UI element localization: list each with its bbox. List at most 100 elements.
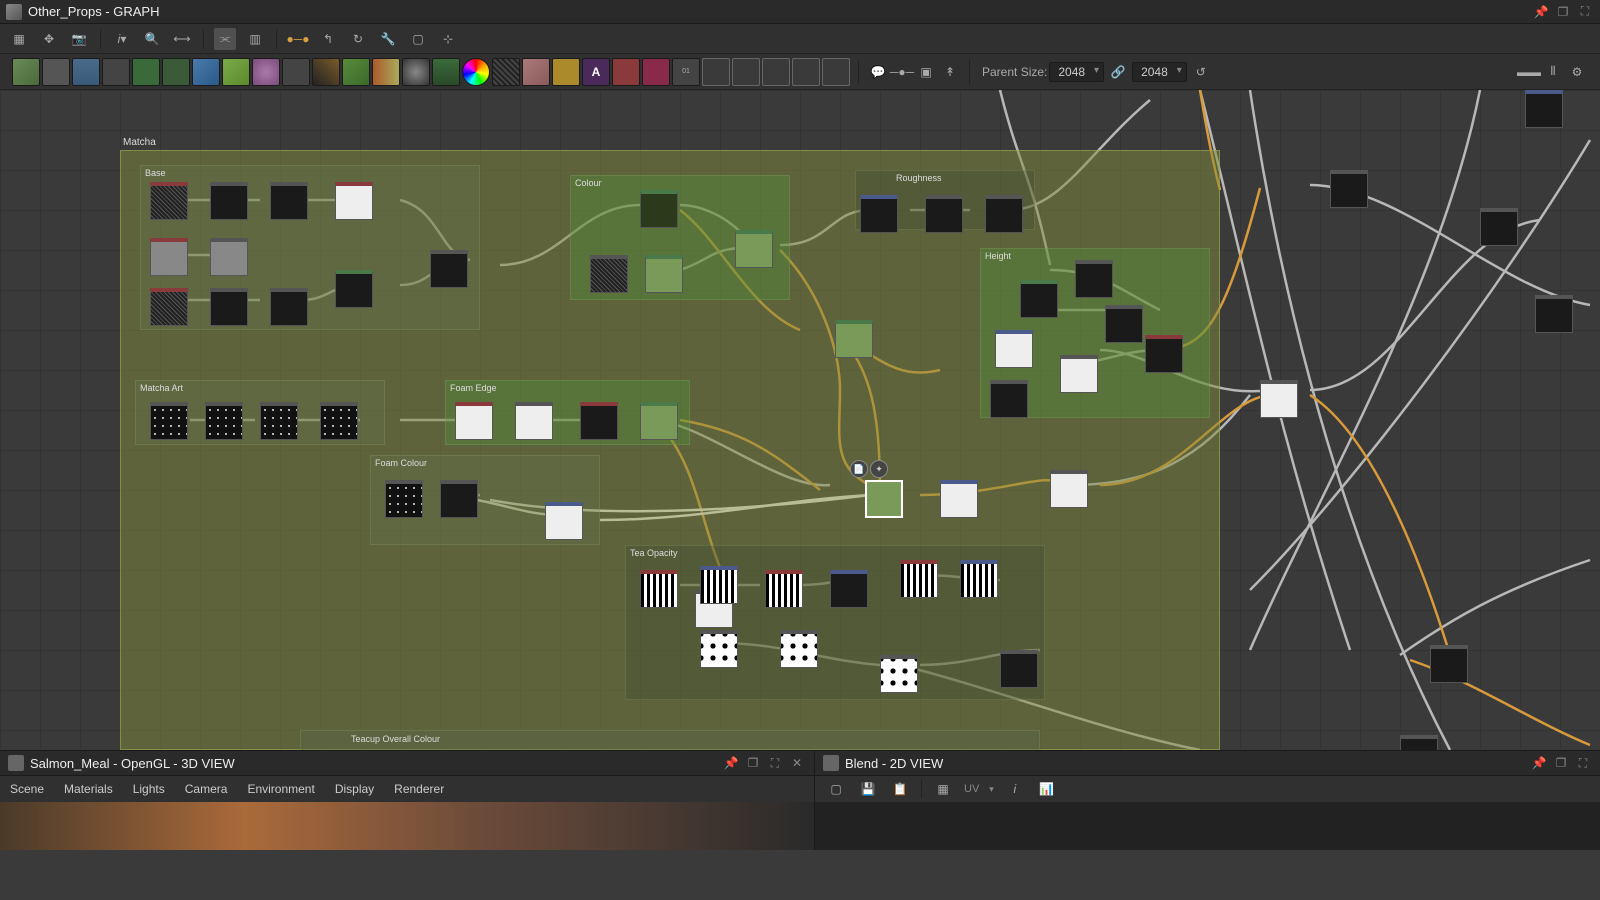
node[interactable] bbox=[925, 195, 963, 233]
move-icon[interactable]: ✥ bbox=[38, 28, 60, 50]
grid-icon[interactable]: ▦ bbox=[8, 28, 30, 50]
node[interactable] bbox=[1480, 208, 1518, 246]
fit-icon[interactable]: ⟷ bbox=[171, 28, 193, 50]
distribute-icon[interactable]: ⫴ bbox=[1542, 61, 1564, 83]
node[interactable] bbox=[960, 560, 998, 598]
node-selected[interactable] bbox=[865, 480, 903, 518]
node[interactable] bbox=[985, 195, 1023, 233]
node[interactable] bbox=[335, 182, 373, 220]
pin-icon[interactable]: 📌 bbox=[1530, 754, 1548, 772]
node[interactable] bbox=[1400, 735, 1438, 750]
subframe-teacup[interactable]: Teacup Overall Colour bbox=[300, 730, 1040, 750]
node[interactable] bbox=[860, 195, 898, 233]
node[interactable] bbox=[1050, 470, 1088, 508]
align-icon[interactable]: ▬▬ bbox=[1518, 61, 1540, 83]
atomic-bitmap[interactable] bbox=[12, 58, 40, 86]
node[interactable] bbox=[440, 480, 478, 518]
restore-icon[interactable]: ❐ bbox=[1554, 3, 1572, 21]
node[interactable] bbox=[880, 655, 918, 693]
node[interactable] bbox=[260, 402, 298, 440]
subframe-base[interactable]: Base bbox=[140, 165, 480, 330]
viewport-2d[interactable] bbox=[815, 802, 1600, 850]
node[interactable] bbox=[270, 288, 308, 326]
atomic-blur[interactable] bbox=[162, 58, 190, 86]
atomic-out-2[interactable] bbox=[732, 58, 760, 86]
atomic-out-3[interactable] bbox=[762, 58, 790, 86]
node[interactable] bbox=[1525, 90, 1563, 128]
expose-icon[interactable]: ↟ bbox=[939, 61, 961, 83]
atomic-grayscale[interactable] bbox=[402, 58, 430, 86]
node[interactable] bbox=[700, 630, 738, 668]
badge-copy-icon[interactable]: 📄 bbox=[850, 460, 868, 478]
node[interactable] bbox=[455, 402, 493, 440]
copy-icon[interactable]: 📋 bbox=[889, 778, 911, 800]
wrench-icon[interactable]: 🔧 bbox=[377, 28, 399, 50]
split-icon[interactable]: ↰ bbox=[317, 28, 339, 50]
node[interactable] bbox=[545, 502, 583, 540]
node[interactable] bbox=[150, 402, 188, 440]
channel-icon[interactable]: ▦ bbox=[932, 778, 954, 800]
parent-height-dropdown[interactable]: 2048 bbox=[1132, 62, 1187, 82]
node[interactable] bbox=[1060, 355, 1098, 393]
atomic-blend[interactable] bbox=[72, 58, 100, 86]
atomic-text[interactable]: A bbox=[582, 58, 610, 86]
menu-renderer[interactable]: Renderer bbox=[394, 782, 444, 796]
node[interactable] bbox=[150, 182, 188, 220]
node[interactable] bbox=[580, 402, 618, 440]
pin-icon[interactable]: 📌 bbox=[722, 754, 740, 772]
atomic-gradient-map[interactable] bbox=[342, 58, 370, 86]
node[interactable] bbox=[270, 182, 308, 220]
atomic-hsl[interactable] bbox=[462, 58, 490, 86]
node[interactable] bbox=[1000, 650, 1038, 688]
node[interactable] bbox=[990, 380, 1028, 418]
node[interactable] bbox=[1020, 280, 1058, 318]
restore-icon[interactable]: ❐ bbox=[1552, 754, 1570, 772]
comment-icon[interactable]: 💬 bbox=[867, 61, 889, 83]
node[interactable] bbox=[995, 330, 1033, 368]
canvas-icon[interactable]: ▢ bbox=[825, 778, 847, 800]
node[interactable] bbox=[1145, 335, 1183, 373]
menu-scene[interactable]: Scene bbox=[10, 782, 44, 796]
node[interactable] bbox=[640, 402, 678, 440]
node[interactable] bbox=[1260, 380, 1298, 418]
node[interactable] bbox=[1535, 295, 1573, 333]
refresh-icon[interactable]: ↻ bbox=[347, 28, 369, 50]
atomic-curve[interactable] bbox=[132, 58, 160, 86]
crop-icon[interactable]: ⊹ bbox=[437, 28, 459, 50]
info2-icon[interactable]: i bbox=[1004, 778, 1026, 800]
node[interactable] bbox=[765, 570, 803, 608]
maximize-icon[interactable]: ⛶ bbox=[1576, 3, 1594, 21]
link-icon[interactable]: ⫘ bbox=[214, 28, 236, 50]
badge-fx-icon[interactable]: ✦ bbox=[870, 460, 888, 478]
atomic-pixel[interactable]: 01 bbox=[672, 58, 700, 86]
node[interactable] bbox=[210, 238, 248, 276]
save-icon[interactable]: 💾 bbox=[857, 778, 879, 800]
stack-icon[interactable]: ▥ bbox=[244, 28, 266, 50]
node[interactable] bbox=[780, 630, 818, 668]
graph-canvas[interactable]: Matcha Base Colour Roughness Height bbox=[0, 90, 1600, 750]
atomic-out-5[interactable] bbox=[822, 58, 850, 86]
pin-node-icon[interactable]: ─●─ bbox=[891, 61, 913, 83]
node[interactable] bbox=[590, 255, 628, 293]
node[interactable] bbox=[1330, 170, 1368, 208]
atomic-uniform[interactable] bbox=[312, 58, 340, 86]
atomic-normal[interactable] bbox=[612, 58, 640, 86]
settings-icon[interactable]: ⚙ bbox=[1566, 61, 1588, 83]
hist-icon[interactable]: 📊 bbox=[1036, 778, 1058, 800]
maximize-icon[interactable]: ⛶ bbox=[766, 754, 784, 772]
node[interactable] bbox=[640, 570, 678, 608]
atomic-transform[interactable] bbox=[192, 58, 220, 86]
search-icon[interactable]: 🔍 bbox=[141, 28, 163, 50]
atomic-warp[interactable] bbox=[522, 58, 550, 86]
node[interactable] bbox=[900, 560, 938, 598]
node[interactable] bbox=[320, 402, 358, 440]
atomic-dir-warp[interactable] bbox=[222, 58, 250, 86]
atomic-levels[interactable] bbox=[552, 58, 580, 86]
node[interactable] bbox=[700, 566, 738, 604]
node[interactable] bbox=[940, 480, 978, 518]
menu-camera[interactable]: Camera bbox=[185, 782, 228, 796]
menu-display[interactable]: Display bbox=[335, 782, 374, 796]
menu-environment[interactable]: Environment bbox=[247, 782, 314, 796]
atomic-sharpen[interactable] bbox=[642, 58, 670, 86]
pin-icon[interactable]: 📌 bbox=[1532, 3, 1550, 21]
